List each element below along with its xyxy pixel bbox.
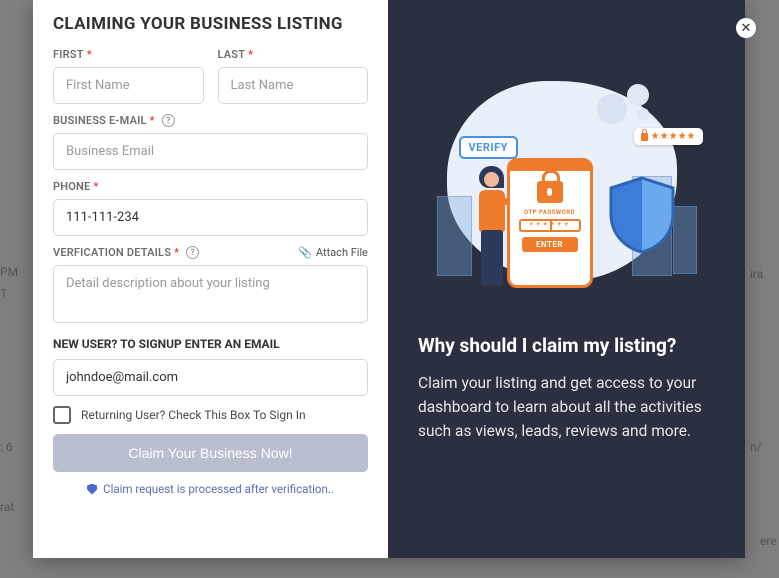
last-name-field: LAST* xyxy=(218,48,369,104)
modal-form-panel: CLAIMING YOUR BUSINESS LISTING FIRST* LA… xyxy=(33,0,388,558)
label-text: VERFICATION DETAILS xyxy=(53,246,171,259)
required-asterisk: * xyxy=(248,48,253,61)
first-name-input[interactable] xyxy=(53,67,204,104)
label-text: BUSINESS E-MAIL xyxy=(53,114,147,127)
phone-input[interactable] xyxy=(53,199,368,236)
help-icon[interactable]: ? xyxy=(186,246,199,259)
verification-details-field: VERFICATION DETAILS * ? 📎 Attach File xyxy=(53,246,368,327)
shield-illustration xyxy=(607,176,677,254)
lock-icon xyxy=(537,181,563,203)
close-button[interactable]: ✕ xyxy=(736,18,756,38)
required-asterisk: * xyxy=(87,48,92,61)
business-email-input[interactable] xyxy=(53,133,368,170)
field-label: VERFICATION DETAILS * ? xyxy=(53,246,199,259)
help-icon[interactable]: ? xyxy=(162,114,175,127)
bubble-shape xyxy=(627,84,649,106)
promo-body: Claim your listing and get access to you… xyxy=(418,371,715,443)
claim-business-button[interactable]: Claim Your Business Now! xyxy=(53,434,368,472)
paperclip-icon: 📎 xyxy=(298,246,312,259)
stars-text: ★★★★★ xyxy=(651,131,696,142)
label-text: LAST xyxy=(218,48,246,61)
verification-details-input[interactable] xyxy=(53,265,368,323)
last-name-input[interactable] xyxy=(218,67,369,104)
password-bubble: ★★★★★ xyxy=(634,128,703,145)
required-asterisk: * xyxy=(93,180,98,193)
label-text: FIRST xyxy=(53,48,84,61)
lock-icon xyxy=(641,133,648,141)
verify-badge: VERIFY xyxy=(459,136,519,159)
shield-icon xyxy=(87,484,97,495)
bubble-shape xyxy=(637,108,649,120)
returning-user-checkbox[interactable] xyxy=(53,406,71,424)
phone-illustration: OTP PASSWORD *** *** ENTER xyxy=(507,158,593,288)
returning-user-label: Returning User? Check This Box To Sign I… xyxy=(81,408,306,422)
field-label: FIRST* xyxy=(53,48,204,61)
promo-heading: Why should I claim my listing? xyxy=(418,334,715,357)
enter-label: ENTER xyxy=(522,237,578,252)
attach-file-button[interactable]: 📎 Attach File xyxy=(298,246,368,259)
close-icon: ✕ xyxy=(741,21,752,36)
field-label: BUSINESS E-MAIL* ? xyxy=(53,114,368,127)
returning-user-row: Returning User? Check This Box To Sign I… xyxy=(53,406,368,424)
modal-promo-panel: VERIFY ★★★★★ OTP PASSWORD *** *** ENTER xyxy=(388,0,745,558)
business-email-field: BUSINESS E-MAIL* ? xyxy=(53,114,368,170)
required-asterisk: * xyxy=(174,246,179,259)
first-name-field: FIRST* xyxy=(53,48,204,104)
field-label: PHONE* xyxy=(53,180,368,193)
modal-title: CLAIMING YOUR BUSINESS LISTING xyxy=(53,14,368,34)
claim-listing-modal: ✕ CLAIMING YOUR BUSINESS LISTING FIRST* … xyxy=(33,0,745,558)
note-text: Claim request is processed after verific… xyxy=(103,482,334,496)
attach-label: Attach File xyxy=(316,246,368,259)
signup-email-input[interactable] xyxy=(53,359,368,396)
field-label: LAST* xyxy=(218,48,369,61)
bubble-shape xyxy=(597,94,627,124)
otp-dots: *** *** xyxy=(519,219,581,232)
new-user-heading: NEW USER? TO SIGNUP ENTER AN EMAIL xyxy=(53,337,368,351)
illustration: VERIFY ★★★★★ OTP PASSWORD *** *** ENTER xyxy=(437,46,697,306)
verification-note: Claim request is processed after verific… xyxy=(53,482,368,496)
label-text: PHONE xyxy=(53,180,90,193)
otp-label: OTP PASSWORD xyxy=(510,209,590,216)
phone-field: PHONE* xyxy=(53,180,368,236)
required-asterisk: * xyxy=(150,114,155,127)
